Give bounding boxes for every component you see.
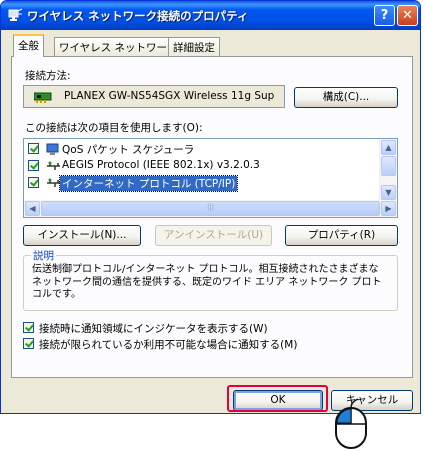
notify-limited-checkbox[interactable] — [23, 338, 34, 349]
vertical-scrollbar[interactable]: ▲ ▼ — [379, 139, 397, 201]
network-connection-icon — [8, 8, 23, 21]
uninstall-button[interactable]: アンインストール(U) — [155, 225, 272, 246]
notify-limited-label: 接続が限られているか利用不可能な場合に通知する(M) — [39, 339, 298, 351]
item-label: QoS パケット スケジューラ — [62, 144, 195, 156]
description-text: 伝送制御プロトコル/インターネット プロトコル。相互接続されたさまざまなネットワ… — [32, 264, 382, 300]
list-item[interactable]: インターネット プロトコル (TCP/IP) — [24, 175, 379, 192]
components-list[interactable]: QoS パケット スケジューラ AEGIS Protocol (IEEE 802… — [23, 138, 398, 218]
network-adapter-icon — [34, 92, 52, 103]
scroll-up-arrow-icon[interactable]: ▲ — [381, 140, 396, 155]
mouse-click-icon — [335, 398, 367, 449]
items-label: この接続は次の項目を使用します(O): — [25, 122, 203, 134]
connection-method-label: 接続方法: — [25, 70, 71, 82]
item-label: AEGIS Protocol (IEEE 802.1x) v3.2.0.3 — [62, 159, 260, 171]
item-checkbox[interactable] — [28, 143, 39, 154]
scroll-thumb[interactable] — [381, 156, 396, 176]
properties-window: ワイヤレス ネットワーク接続のプロパティ ? ✕ 全般 ワイヤレス ネットワーク… — [0, 0, 421, 414]
item-label: インターネット プロトコル (TCP/IP) — [58, 175, 239, 192]
list-item[interactable]: AEGIS Protocol (IEEE 802.1x) v3.2.0.3 — [24, 158, 379, 175]
scroll-left-arrow-icon[interactable]: ◀ — [25, 201, 40, 216]
adapter-name: PLANEX GW-NS54SGX Wireless 11g Sup — [64, 90, 275, 102]
adapter-field: PLANEX GW-NS54SGX Wireless 11g Sup — [23, 85, 285, 108]
scroll-down-arrow-icon[interactable]: ▼ — [381, 185, 396, 200]
horizontal-scroll-thumb[interactable] — [41, 201, 380, 216]
configure-button[interactable]: 構成(C)... — [294, 87, 398, 108]
description-title: 説明 — [31, 248, 56, 263]
horizontal-scrollbar[interactable]: ◀ ▶ — [24, 200, 397, 217]
tab-advanced[interactable]: 詳細設定 — [168, 37, 220, 56]
show-indicator-checkbox[interactable] — [23, 322, 34, 333]
ok-highlight-box — [227, 385, 328, 412]
item-checkbox[interactable] — [28, 160, 39, 171]
help-button[interactable]: ? — [374, 5, 395, 26]
close-button[interactable]: ✕ — [397, 5, 418, 26]
list-item[interactable]: QoS パケット スケジューラ — [24, 141, 379, 158]
tab-wireless-network[interactable]: ワイヤレス ネットワーク — [54, 37, 183, 56]
tab-general[interactable]: 全般 — [13, 34, 44, 57]
item-checkbox[interactable] — [28, 177, 39, 188]
title-bar[interactable]: ワイヤレス ネットワーク接続のプロパティ ? ✕ — [1, 1, 420, 30]
properties-button[interactable]: プロパティ(R) — [285, 225, 398, 246]
scroll-right-arrow-icon[interactable]: ▶ — [381, 201, 396, 216]
install-button[interactable]: インストール(N)... — [23, 225, 141, 246]
show-indicator-label: 接続時に通知領域にインジケータを表示する(W) — [39, 323, 268, 335]
window-title: ワイヤレス ネットワーク接続のプロパティ — [27, 9, 249, 23]
